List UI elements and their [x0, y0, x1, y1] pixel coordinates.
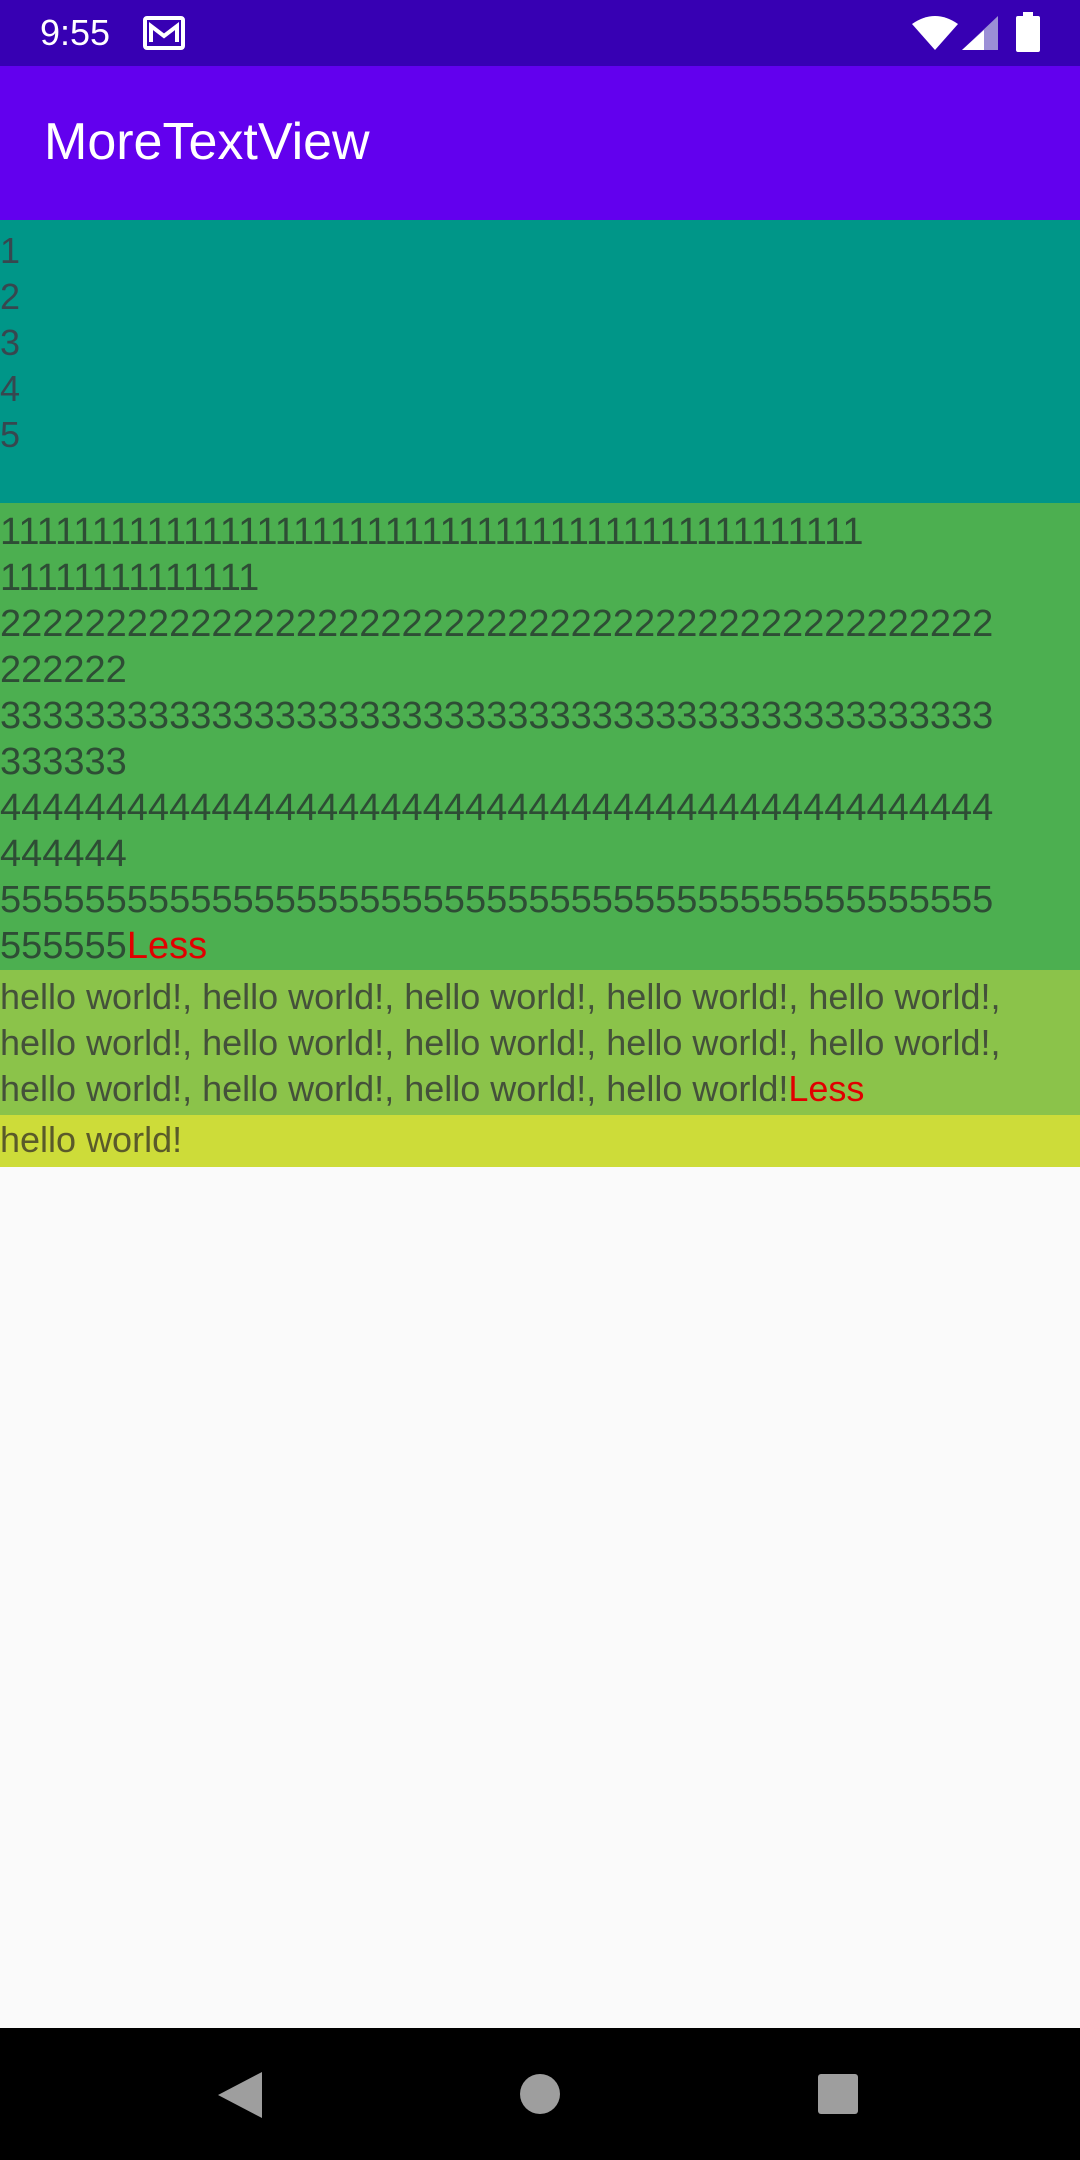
- line-item: 1: [0, 230, 21, 271]
- recent-apps-icon[interactable]: [818, 2074, 858, 2114]
- number-line: 2222222222222222222222222222222222222222…: [0, 603, 994, 645]
- number-line: 3333333333333333333333333333333333333333…: [0, 695, 994, 737]
- more-text-view-single[interactable]: hello world!: [0, 1115, 1080, 1167]
- less-link[interactable]: Less: [788, 1068, 864, 1109]
- more-text-view-numbers[interactable]: 1111111111111111111111111111111111111111…: [0, 503, 1080, 970]
- navigation-bar: [0, 2028, 1080, 2160]
- hello-line-last: hello world!, hello world!, hello world!…: [0, 1066, 1080, 1112]
- mail-icon: [143, 16, 185, 50]
- number-line: 4444444444444444444444444444444444444444…: [0, 787, 994, 829]
- line-item: 4: [0, 368, 21, 409]
- number-line-last: 555555Less: [0, 923, 1080, 969]
- line-item: 3: [0, 322, 21, 363]
- home-icon[interactable]: [520, 2074, 560, 2114]
- battery-icon: [1016, 12, 1040, 52]
- app-bar: MoreTextView: [0, 66, 1080, 220]
- number-line: 444444: [0, 833, 127, 875]
- number-line: 11111111111111: [0, 557, 260, 599]
- number-line: 1111111111111111111111111111111111111111…: [0, 511, 864, 553]
- app-title: MoreTextView: [44, 113, 370, 171]
- line-item: 2: [0, 276, 21, 317]
- signal-icon: [962, 16, 998, 50]
- status-time: 9:55: [40, 12, 111, 53]
- status-bar: 9:55: [0, 0, 1080, 66]
- number-line-text: 555555: [0, 925, 127, 967]
- more-text-view-hello[interactable]: hello world!, hello world!, hello world!…: [0, 970, 1080, 1115]
- number-line: 222222: [0, 649, 127, 691]
- hello-line-text: hello world!, hello world!, hello world!…: [0, 1068, 789, 1109]
- single-line-text: hello world!: [0, 1119, 183, 1160]
- number-line: 333333: [0, 741, 127, 783]
- wifi-icon: [912, 16, 958, 50]
- line-item: 5: [0, 414, 21, 455]
- number-line: 5555555555555555555555555555555555555555…: [0, 879, 994, 921]
- less-link[interactable]: Less: [127, 925, 207, 967]
- back-icon[interactable]: [218, 2072, 262, 2118]
- hello-line: hello world!, hello world!, hello world!…: [0, 976, 1001, 1017]
- more-text-view-lines[interactable]: 1 2 3 4 5: [0, 220, 1080, 503]
- hello-line: hello world!, hello world!, hello world!…: [0, 1022, 1001, 1063]
